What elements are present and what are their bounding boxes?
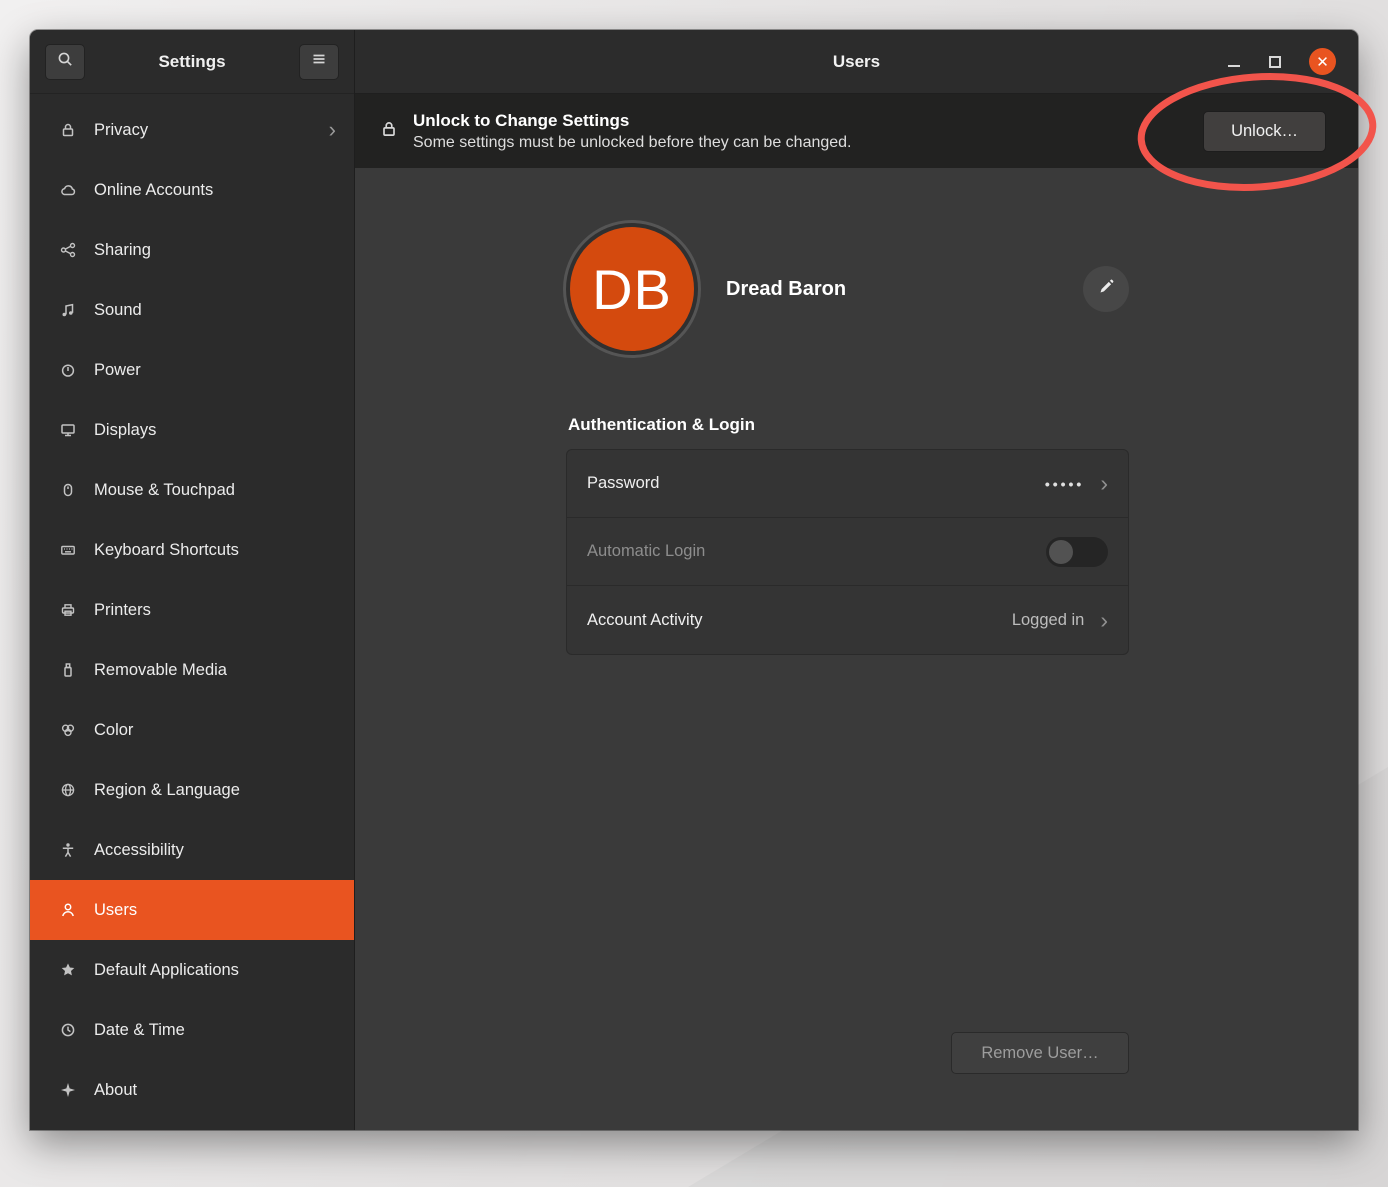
sidebar-item-power[interactable]: Power (30, 340, 354, 400)
avatar[interactable]: DB (566, 223, 698, 355)
search-icon (56, 50, 74, 73)
maximize-button[interactable] (1269, 56, 1281, 68)
sidebar-item-label: Date & Time (94, 1021, 185, 1040)
sidebar-item-label: About (94, 1081, 137, 1100)
unlock-banner: Unlock to Change Settings Some settings … (355, 94, 1358, 168)
users-icon (58, 900, 78, 920)
share-icon (58, 240, 78, 260)
sidebar-item-users[interactable]: Users (30, 880, 354, 940)
sidebar-item-label: Online Accounts (94, 181, 213, 200)
sidebar-item-label: Displays (94, 421, 156, 440)
sidebar-item-label: Keyboard Shortcuts (94, 541, 239, 560)
sidebar-item-color[interactable]: Color (30, 700, 354, 760)
auth-card: Password ••••• › Automatic Login (566, 449, 1129, 655)
sidebar-item-label: Privacy (94, 121, 148, 140)
search-button[interactable] (45, 44, 85, 80)
sidebar-item-label: Power (94, 361, 141, 380)
accessibility-icon (58, 840, 78, 860)
chevron-right-icon: › (1100, 472, 1108, 495)
power-icon (58, 360, 78, 380)
lock-icon (379, 119, 399, 144)
sidebar-item-about[interactable]: About (30, 1060, 354, 1120)
chevron-right-icon: › (1100, 609, 1108, 632)
sidebar-title: Settings (95, 52, 289, 72)
lock-icon (58, 120, 78, 140)
settings-window: Settings Privacy › (30, 30, 1358, 1130)
sidebar-item-label: Region & Language (94, 781, 240, 800)
star-icon (58, 960, 78, 980)
user-row: DB Dread Baron (566, 223, 1129, 355)
sidebar-item-removable-media[interactable]: Removable Media (30, 640, 354, 700)
password-label: Password (587, 474, 659, 493)
sidebar-item-keyboard-shortcuts[interactable]: Keyboard Shortcuts (30, 520, 354, 580)
sidebar-item-label: Removable Media (94, 661, 227, 680)
globe-icon (58, 780, 78, 800)
automatic-login-row: Automatic Login (567, 518, 1128, 586)
toggle-knob (1049, 540, 1073, 564)
auth-heading: Authentication & Login (568, 415, 1129, 435)
account-activity-row[interactable]: Account Activity Logged in › (567, 586, 1128, 654)
sidebar: Settings Privacy › (30, 30, 355, 1130)
minimize-button[interactable] (1227, 55, 1241, 69)
close-button[interactable]: ✕ (1309, 48, 1336, 75)
user-name: Dread Baron (726, 278, 846, 301)
sidebar-item-label: Mouse & Touchpad (94, 481, 235, 500)
page-title: Users (355, 52, 1358, 72)
sidebar-item-label: Color (94, 721, 133, 740)
close-icon: ✕ (1316, 53, 1329, 71)
sidebar-item-label: Default Applications (94, 961, 239, 980)
menu-button[interactable] (299, 44, 339, 80)
edit-name-button[interactable] (1083, 266, 1129, 312)
titlebar[interactable]: Users ✕ (355, 30, 1358, 94)
mouse-icon (58, 480, 78, 500)
display-icon (58, 420, 78, 440)
password-row[interactable]: Password ••••• › (567, 450, 1128, 518)
main-panel: Users ✕ Unlock to Change Settings Some s… (355, 30, 1358, 1130)
chevron-right-icon: › (329, 119, 336, 141)
keyboard-icon (58, 540, 78, 560)
users-content-inner: DB Dread Baron Authentication & Login (566, 168, 1129, 1130)
sparkle-icon (58, 1080, 78, 1100)
sidebar-header: Settings (30, 30, 354, 94)
sidebar-item-label: Sound (94, 301, 142, 320)
unlock-button[interactable]: Unlock… (1203, 111, 1326, 152)
clock-icon (58, 1020, 78, 1040)
sidebar-item-accessibility[interactable]: Accessibility (30, 820, 354, 880)
avatar-initials: DB (592, 257, 672, 322)
account-activity-label: Account Activity (587, 611, 703, 630)
window-controls: ✕ (1227, 48, 1358, 75)
sidebar-item-date-time[interactable]: Date & Time (30, 1000, 354, 1060)
unlock-banner-text: Unlock to Change Settings Some settings … (413, 111, 852, 152)
password-dots: ••••• (1045, 476, 1085, 492)
account-activity-value: Logged in (1012, 611, 1085, 630)
usb-drive-icon (58, 660, 78, 680)
sidebar-item-sharing[interactable]: Sharing (30, 220, 354, 280)
color-icon (58, 720, 78, 740)
sidebar-item-online-accounts[interactable]: Online Accounts (30, 160, 354, 220)
unlock-banner-title: Unlock to Change Settings (413, 111, 852, 131)
sidebar-item-label: Printers (94, 601, 151, 620)
sidebar-item-sound[interactable]: Sound (30, 280, 354, 340)
sidebar-item-region-language[interactable]: Region & Language (30, 760, 354, 820)
automatic-login-label: Automatic Login (587, 542, 705, 561)
sidebar-item-label: Sharing (94, 241, 151, 260)
automatic-login-toggle[interactable] (1046, 537, 1108, 567)
sidebar-item-label: Accessibility (94, 841, 184, 860)
users-content: DB Dread Baron Authentication & Login (355, 168, 1358, 1130)
sidebar-nav: Privacy › Online Accounts S (30, 94, 354, 1130)
sidebar-item-printers[interactable]: Printers (30, 580, 354, 640)
sidebar-item-privacy[interactable]: Privacy › (30, 100, 354, 160)
sidebar-item-label: Users (94, 901, 137, 920)
music-note-icon (58, 300, 78, 320)
pencil-icon (1097, 278, 1115, 301)
unlock-banner-subtitle: Some settings must be unlocked before th… (413, 134, 852, 152)
cloud-icon (58, 180, 78, 200)
sidebar-item-mouse-touchpad[interactable]: Mouse & Touchpad (30, 460, 354, 520)
remove-user-button[interactable]: Remove User… (951, 1032, 1129, 1074)
sidebar-item-displays[interactable]: Displays (30, 400, 354, 460)
printer-icon (58, 600, 78, 620)
hamburger-icon (310, 50, 328, 73)
sidebar-item-default-applications[interactable]: Default Applications (30, 940, 354, 1000)
